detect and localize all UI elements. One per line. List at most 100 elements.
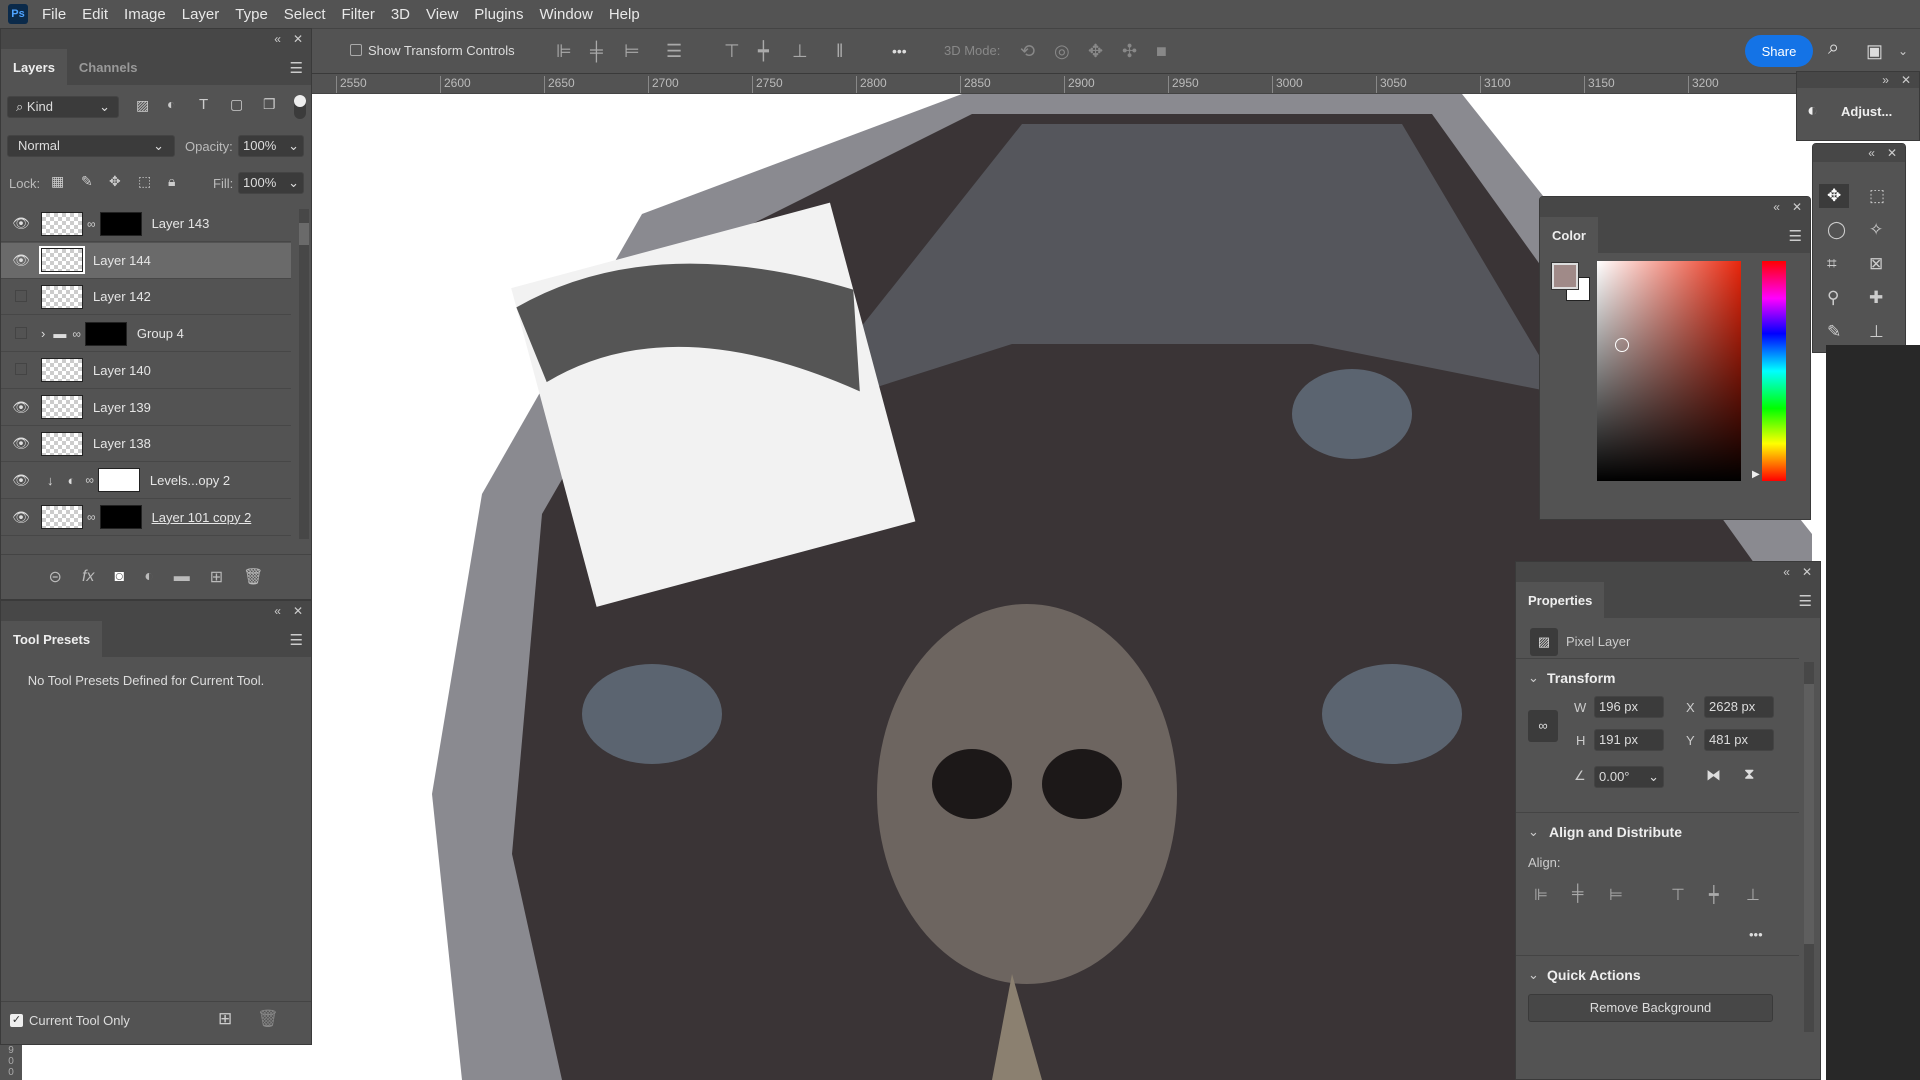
marquee-tool-icon[interactable]: ⬚	[1869, 186, 1885, 206]
layer-row[interactable]: 👁︎ ∞ Layer 101 copy 2	[1, 500, 291, 536]
align-hcenter-icon[interactable]: ╪	[590, 41, 603, 62]
share-button[interactable]: Share	[1745, 35, 1813, 67]
workspace-chevron-icon[interactable]: ⌄	[1898, 44, 1908, 58]
align-top-edges-icon[interactable]: ⊤	[1671, 885, 1685, 905]
close-icon[interactable]: ✕	[1887, 146, 1897, 160]
align-distribute-heading[interactable]: Align and Distribute	[1549, 824, 1682, 840]
menu-3d[interactable]: 3D	[391, 6, 410, 23]
layers-scrollbar[interactable]	[299, 209, 309, 539]
distribute-vertical-icon[interactable]: ‖	[836, 41, 843, 62]
show-transform-checkbox[interactable]	[350, 44, 362, 56]
flip-horizontal-icon[interactable]: ⧓	[1706, 766, 1721, 784]
mask-link-icon[interactable]: ∞	[72, 327, 81, 341]
angle-field[interactable]: 0.00° ⌄	[1594, 766, 1664, 788]
align-right-icon[interactable]: ⊨	[624, 41, 640, 62]
mask-link-icon[interactable]: ∞	[87, 217, 96, 231]
remove-background-button[interactable]: Remove Background	[1528, 994, 1773, 1022]
saturation-brightness-field[interactable]	[1597, 261, 1741, 481]
layer-row[interactable]: 👁︎ Layer 139	[1, 390, 291, 426]
opacity-field[interactable]: 100% ⌄	[238, 135, 304, 157]
x-field[interactable]: 2628 px	[1704, 696, 1774, 718]
visibility-eye-icon[interactable]: 👁︎	[1, 252, 41, 269]
move-tool-icon[interactable]: ✥	[1819, 184, 1850, 208]
crop-tool-icon[interactable]: ⌗	[1827, 254, 1837, 274]
layer-row[interactable]: › ▬ ∞ Group 4	[1, 316, 291, 353]
layer-row[interactable]: 👁︎ ↓ ◐ ∞ Levels...opy 2	[1, 463, 291, 499]
frame-tool-icon[interactable]: ⊠	[1869, 254, 1883, 274]
menu-file[interactable]: File	[42, 6, 66, 23]
height-field[interactable]: 191 px	[1594, 729, 1664, 751]
panel-menu-icon[interactable]: ☰	[1789, 227, 1802, 245]
blend-mode-select[interactable]: Normal ⌄	[7, 135, 175, 157]
lock-all-icon[interactable]: 🔒︎	[168, 173, 175, 190]
fill-field[interactable]: 100% ⌄	[238, 172, 304, 194]
new-group-icon[interactable]: ▬	[174, 568, 190, 586]
align-left-edges-icon[interactable]: ⊫	[1534, 885, 1548, 905]
tab-properties[interactable]: Properties	[1516, 582, 1605, 618]
align-bottom-edges-icon[interactable]: ⊥	[1746, 885, 1760, 905]
align-horizontal-centers-icon[interactable]: ╪	[1572, 885, 1583, 903]
menu-view[interactable]: View	[426, 6, 458, 23]
quick-actions-chevron-icon[interactable]: ⌄	[1528, 967, 1539, 983]
filter-shape-icon[interactable]: ▢	[230, 96, 243, 113]
align-top-icon[interactable]: ⊤	[724, 41, 740, 62]
visibility-toggle[interactable]	[1, 289, 41, 305]
lock-transparent-icon[interactable]: ▦	[51, 173, 64, 190]
visibility-eye-icon[interactable]: 👁︎	[1, 399, 41, 416]
distribute-icon[interactable]: ☰	[666, 41, 682, 62]
more-align-button[interactable]: •••	[1749, 927, 1763, 942]
lock-paint-icon[interactable]: ✎	[81, 173, 93, 190]
menu-plugins[interactable]: Plugins	[474, 6, 523, 23]
new-layer-icon[interactable]: ⊞	[210, 567, 223, 587]
search-icon[interactable]: ⌕	[1828, 37, 1839, 60]
quick-actions-heading[interactable]: Quick Actions	[1547, 967, 1641, 983]
stamp-tool-icon[interactable]: ⊥	[1869, 322, 1884, 342]
panel-menu-icon[interactable]: ☰	[1799, 592, 1812, 610]
lasso-tool-icon[interactable]: ◯	[1827, 220, 1846, 240]
adjust-button[interactable]: Adjust...	[1841, 104, 1892, 119]
tab-channels[interactable]: Channels	[67, 49, 150, 85]
collapse-icon[interactable]: «	[274, 32, 281, 46]
transform-heading[interactable]: Transform	[1547, 670, 1615, 686]
close-icon[interactable]: ✕	[1792, 200, 1802, 214]
tab-tool-presets[interactable]: Tool Presets	[1, 621, 103, 657]
hue-slider-handle[interactable]: ▶	[1752, 469, 1760, 480]
delete-layer-icon[interactable]: 🗑︎	[243, 567, 263, 587]
mask-link-icon[interactable]: ∞	[87, 510, 96, 524]
eyedropper-tool-icon[interactable]: ⚲	[1827, 288, 1839, 308]
menu-filter[interactable]: Filter	[342, 6, 375, 23]
collapse-icon[interactable]: «	[1773, 200, 1780, 214]
filter-smart-object-icon[interactable]: ❐	[263, 96, 276, 113]
panel-menu-icon[interactable]: ☰	[290, 631, 303, 649]
3d-pan-icon[interactable]: ✥	[1088, 41, 1103, 62]
3d-camera-icon[interactable]: ■	[1156, 41, 1167, 62]
foreground-color-swatch[interactable]	[1551, 262, 1579, 290]
visibility-toggle[interactable]	[1, 326, 41, 342]
visibility-eye-icon[interactable]: 👁︎	[1, 215, 41, 232]
more-options-button[interactable]: •••	[892, 43, 907, 59]
fx-icon[interactable]: fx	[82, 568, 94, 586]
hue-slider[interactable]	[1762, 261, 1786, 481]
layer-row[interactable]: Layer 142	[1, 279, 291, 316]
new-adjustment-icon[interactable]: ◐	[144, 568, 154, 586]
align-right-edges-icon[interactable]: ⊨	[1609, 885, 1623, 905]
transform-chevron-icon[interactable]: ⌄	[1528, 670, 1539, 686]
add-mask-icon[interactable]: ◙	[114, 568, 124, 586]
close-icon[interactable]: ✕	[293, 604, 303, 618]
menu-type[interactable]: Type	[235, 6, 268, 23]
align-vertical-centers-icon[interactable]: ┿	[1709, 885, 1719, 905]
brush-tool-icon[interactable]: ✎	[1827, 322, 1841, 342]
visibility-toggle[interactable]	[1, 362, 41, 378]
collapse-icon[interactable]: «	[274, 604, 281, 618]
filter-adjustment-icon[interactable]: ◐	[167, 96, 175, 112]
properties-scrollbar[interactable]	[1804, 662, 1814, 1032]
y-field[interactable]: 481 px	[1704, 729, 1774, 751]
new-preset-icon[interactable]: ⊞	[218, 1009, 232, 1029]
close-icon[interactable]: ✕	[1901, 73, 1911, 87]
align-chevron-icon[interactable]: ⌄	[1528, 824, 1539, 840]
menu-edit[interactable]: Edit	[82, 6, 108, 23]
workspace-icon[interactable]: ▣	[1866, 41, 1883, 62]
width-field[interactable]: 196 px	[1594, 696, 1664, 718]
visibility-eye-icon[interactable]: 👁︎	[1, 435, 41, 452]
collapse-icon[interactable]: «	[1783, 565, 1790, 579]
